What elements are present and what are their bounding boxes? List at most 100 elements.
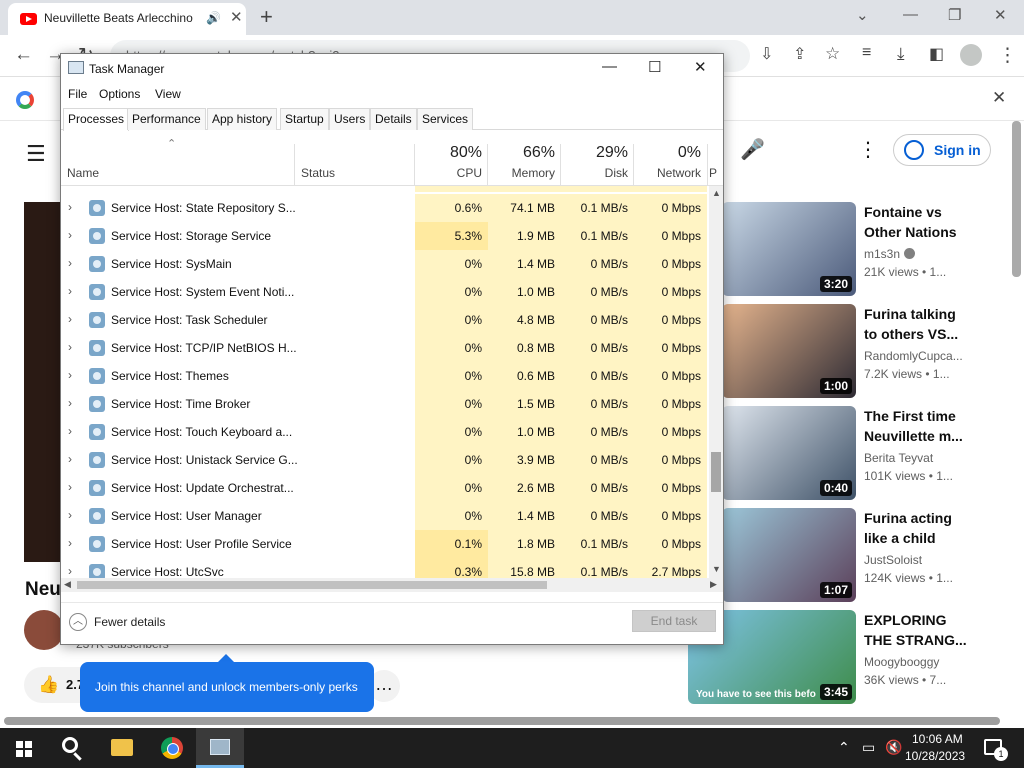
back-icon[interactable]: ← xyxy=(14,44,33,66)
expand-chevron-icon[interactable]: › xyxy=(68,200,72,214)
process-row[interactable]: › Service Host: Themes 0% 0.6 MB 0 MB/s … xyxy=(61,362,709,390)
horizontal-scrollbar[interactable] xyxy=(4,717,1000,725)
expand-chevron-icon[interactable]: › xyxy=(68,256,72,270)
browser-tab[interactable]: Neuvillette Beats Arlecchino 🔊 ✕ xyxy=(8,3,246,35)
video-thumbnail[interactable]: 1:00 xyxy=(722,304,856,398)
expand-chevron-icon[interactable]: › xyxy=(68,396,72,410)
tab-processes[interactable]: Processes xyxy=(63,108,130,131)
process-row[interactable]: › Service Host: User Profile Service 0.1… xyxy=(61,530,709,558)
menu-icon[interactable]: ☰ xyxy=(26,141,46,167)
restore-icon[interactable]: ❐ xyxy=(948,6,961,24)
join-tooltip[interactable]: Join this channel and unlock members-onl… xyxy=(80,654,374,712)
expand-chevron-icon[interactable]: › xyxy=(68,424,72,438)
column-status[interactable]: Status xyxy=(301,166,335,180)
chrome-icon[interactable] xyxy=(161,737,183,759)
disk-percent[interactable]: 29% xyxy=(558,144,628,162)
process-row[interactable]: › Service Host: Touch Keyboard a... 0% 1… xyxy=(61,418,709,446)
cpu-percent[interactable]: 80% xyxy=(412,144,482,162)
expand-chevron-icon[interactable]: › xyxy=(68,508,72,522)
recommendation-channel[interactable]: JustSoloist xyxy=(864,553,922,567)
expand-chevron-icon[interactable]: › xyxy=(68,564,72,578)
task-manager-titlebar[interactable]: Task Manager — ☐ ✕ xyxy=(61,54,723,84)
scrollbar-thumb[interactable] xyxy=(77,581,547,589)
column-memory[interactable]: Memory xyxy=(485,166,555,180)
profile-avatar[interactable] xyxy=(960,44,982,66)
chrome-menu-icon[interactable]: ⋮ xyxy=(998,44,1017,67)
sort-up-icon[interactable]: ⌃ xyxy=(167,137,176,150)
video-thumbnail[interactable]: 0:40 xyxy=(722,406,856,500)
clock-date[interactable]: 10/28/2023 xyxy=(905,749,965,763)
recommendation-channel[interactable]: RandomlyCupca... xyxy=(864,349,963,363)
video-thumbnail[interactable]: 3:20 xyxy=(722,202,856,296)
memory-percent[interactable]: 66% xyxy=(485,144,555,162)
scroll-left-icon[interactable]: ◀ xyxy=(64,579,71,590)
minimize-icon[interactable]: — xyxy=(903,6,918,23)
recommendation-title[interactable]: Furina talking to others VS... xyxy=(864,304,970,344)
clock-time[interactable]: 10:06 AM xyxy=(912,732,963,746)
tab-users[interactable]: Users xyxy=(329,108,371,130)
tab-close-icon[interactable]: ✕ xyxy=(230,8,243,26)
recommendation-channel[interactable]: Berita Teyvat xyxy=(864,451,933,465)
share-icon[interactable]: ⇪ xyxy=(793,44,806,64)
recommendation-title[interactable]: Fontaine vs Other Nations xyxy=(864,202,970,242)
recommendation-item[interactable]: 1:07 Furina acting like a child JustSolo… xyxy=(722,508,1012,604)
process-row[interactable]: › Service Host: User Manager 0% 1.4 MB 0… xyxy=(61,502,709,530)
recommendation-channel[interactable]: m1s3n xyxy=(864,247,916,261)
page-scrollbar[interactable] xyxy=(1012,121,1021,277)
recommendation-title[interactable]: The First time Neuvillette m... xyxy=(864,406,970,446)
file-explorer-icon[interactable] xyxy=(111,739,133,756)
network-icon[interactable]: ▭ xyxy=(862,739,875,756)
recommendation-item[interactable]: You have to see this befo 3:45 EXPLORING… xyxy=(688,610,1012,706)
column-cpu[interactable]: CPU xyxy=(412,166,482,180)
menu-file[interactable]: File xyxy=(68,87,87,101)
tab-app-history[interactable]: App history xyxy=(207,108,278,130)
install-icon[interactable]: ⇩ xyxy=(760,44,773,64)
side-panel-icon[interactable]: ◧ xyxy=(929,44,944,64)
column-power[interactable]: P xyxy=(647,166,717,180)
process-row[interactable]: › Service Host: Update Orchestrat... 0% … xyxy=(61,474,709,502)
network-percent[interactable]: 0% xyxy=(631,144,701,162)
tm-minimize-icon[interactable]: — xyxy=(602,58,617,75)
new-tab-button[interactable]: + xyxy=(260,4,273,30)
recommendation-item[interactable]: 1:00 Furina talking to others VS... Rand… xyxy=(722,304,1012,400)
close-bar-icon[interactable]: ✕ xyxy=(992,88,1006,108)
process-row-partial[interactable] xyxy=(61,186,709,192)
download-icon[interactable]: ⤓ xyxy=(897,44,905,64)
expand-chevron-icon[interactable]: › xyxy=(68,284,72,298)
speaker-icon[interactable]: 🔊 xyxy=(206,11,221,25)
tab-startup[interactable]: Startup xyxy=(280,108,329,130)
expand-chevron-icon[interactable]: › xyxy=(68,536,72,550)
recommendation-channel[interactable]: Moogybooggy xyxy=(864,655,939,669)
channel-avatar[interactable] xyxy=(24,610,64,650)
video-thumbnail[interactable]: 1:07 xyxy=(722,508,856,602)
microphone-icon[interactable]: 🎤 xyxy=(740,137,765,162)
scroll-down-icon[interactable]: ▼ xyxy=(712,564,721,574)
scroll-up-icon[interactable]: ▲ xyxy=(712,188,721,198)
expand-chevron-icon[interactable]: › xyxy=(68,340,72,354)
process-row[interactable]: › Service Host: Unistack Service G... 0%… xyxy=(61,446,709,474)
tab-search-icon[interactable]: ⌄ xyxy=(856,6,869,24)
chevron-up-icon[interactable]: ︿ xyxy=(69,613,87,631)
close-icon[interactable]: ✕ xyxy=(994,6,1007,24)
process-row[interactable]: › Service Host: Task Scheduler 0% 4.8 MB… xyxy=(61,306,709,334)
google-icon[interactable] xyxy=(16,91,34,109)
video-player[interactable] xyxy=(24,202,64,562)
recommendation-title[interactable]: EXPLORING THE STRANG... xyxy=(864,610,974,650)
menu-view[interactable]: View xyxy=(155,87,181,101)
column-disk[interactable]: Disk xyxy=(558,166,628,180)
process-row[interactable]: › Service Host: Time Broker 0% 1.5 MB 0 … xyxy=(61,390,709,418)
volume-icon[interactable]: 🔇 xyxy=(885,739,902,756)
column-name[interactable]: Name xyxy=(67,166,99,180)
vertical-scrollbar[interactable]: ▲ ▼ xyxy=(709,186,723,578)
search-icon[interactable] xyxy=(62,737,78,753)
process-row[interactable]: › Service Host: State Repository S... 0.… xyxy=(61,194,709,222)
start-icon[interactable] xyxy=(16,741,32,757)
scroll-right-icon[interactable]: ▶ xyxy=(710,579,717,590)
process-row[interactable]: › Service Host: System Event Noti... 0% … xyxy=(61,278,709,306)
tm-maximize-icon[interactable]: ☐ xyxy=(648,58,661,76)
fewer-details-link[interactable]: Fewer details xyxy=(94,615,165,629)
signin-button[interactable]: Sign in xyxy=(893,134,991,166)
expand-chevron-icon[interactable]: › xyxy=(68,228,72,242)
chevron-up-icon[interactable]: ⌃ xyxy=(838,739,850,756)
scrollbar-thumb[interactable] xyxy=(711,452,721,492)
